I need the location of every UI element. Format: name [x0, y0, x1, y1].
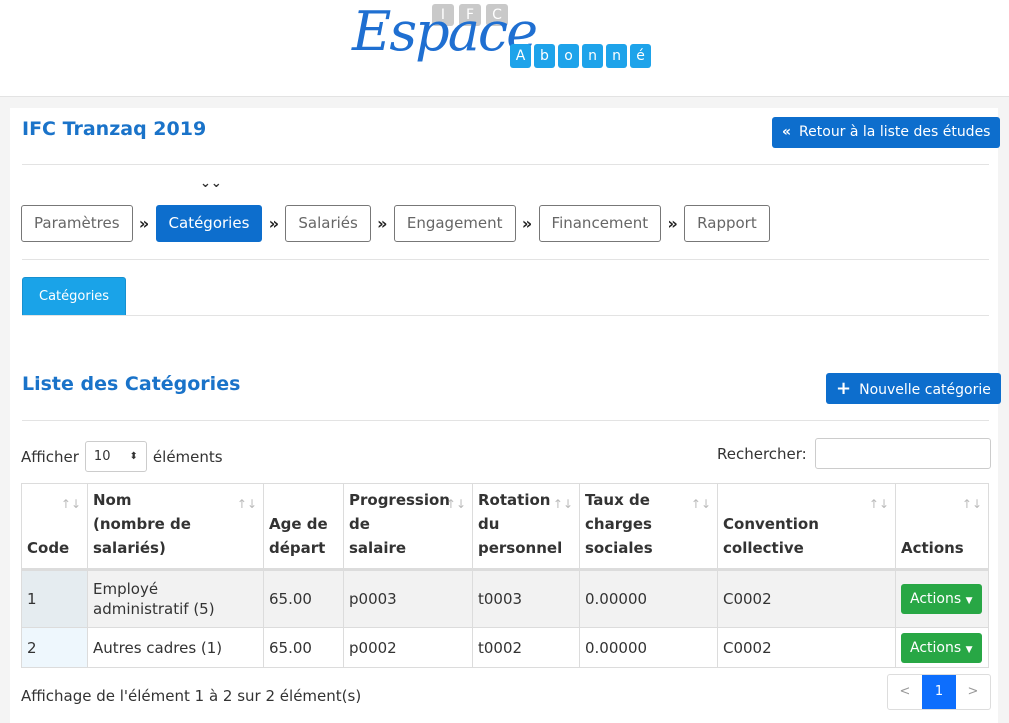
- logo-letter: n: [582, 44, 603, 68]
- sort-icon: ↑↓: [690, 497, 711, 511]
- logo-espace: Espace: [352, 0, 538, 63]
- header-label: Progression de salaire: [349, 491, 450, 557]
- caret-down-icon: ▼: [965, 596, 973, 606]
- sort-icon: ↑↓: [236, 497, 257, 511]
- col-nom[interactable]: ↑↓ Nom (nombre de salariés): [87, 483, 264, 571]
- cell-progression: p0003: [343, 569, 473, 628]
- cell-convention: C0002: [717, 569, 896, 628]
- cell-convention: C0002: [717, 627, 896, 668]
- pagination-page-1[interactable]: 1: [922, 675, 956, 709]
- page-length-value: 10: [93, 449, 111, 464]
- arrow-icon: »: [521, 214, 533, 233]
- cell-progression: p0002: [343, 627, 473, 668]
- double-chevron-left-icon: «: [782, 124, 792, 140]
- cell-taux: 0.00000: [579, 627, 718, 668]
- new-label: Nouvelle catégorie: [859, 382, 991, 398]
- logo-letter: A: [510, 44, 531, 68]
- page-title: IFC Tranzaq 2019: [22, 118, 207, 140]
- cell-rotation: t0003: [472, 569, 580, 628]
- header-label: Actions: [901, 539, 964, 557]
- actions-dropdown-button[interactable]: Actions ▼: [901, 584, 982, 614]
- header-label: Age de départ: [269, 515, 328, 557]
- header-label: Convention collective: [723, 515, 819, 557]
- step-parametres[interactable]: Paramètres: [21, 205, 133, 242]
- header: IFC Espace Abonné: [0, 0, 1009, 97]
- divider: [22, 259, 989, 260]
- col-progression[interactable]: ↑↓ Progression de salaire: [343, 483, 473, 571]
- tab-categories[interactable]: Catégories: [22, 277, 127, 316]
- caret-down-icon: ▼: [965, 644, 973, 655]
- length-suffix: éléments: [152, 447, 223, 466]
- current-step-marker-icon: ⌄⌄: [200, 176, 222, 191]
- pagination-prev[interactable]: <: [888, 675, 922, 709]
- search-control: Rechercher:: [717, 438, 991, 469]
- updown-icon: ⬍: [129, 451, 138, 462]
- actions-label: Actions: [910, 639, 962, 656]
- search-label: Rechercher:: [717, 444, 807, 463]
- step-salaries[interactable]: Salariés: [285, 205, 371, 242]
- divider: [22, 420, 989, 421]
- col-actions[interactable]: ↑↓ Actions: [895, 483, 989, 571]
- arrow-icon: »: [268, 214, 280, 233]
- table-row: 1 Employé administratif (5) 65.00 p0003 …: [21, 569, 989, 628]
- header-label: Rotation du personnel: [478, 491, 563, 557]
- divider: [22, 164, 989, 165]
- header-label: Code: [27, 539, 70, 557]
- actions-dropdown-button[interactable]: Actions ▼: [901, 632, 982, 663]
- categories-table: ↑↓ Code ↑↓ Nom (nombre de salariés) Age de…: [21, 483, 989, 668]
- cell-code: 1: [21, 569, 88, 628]
- logo-letter: o: [558, 44, 579, 68]
- back-to-studies-button[interactable]: « Retour à la liste des études: [772, 117, 1001, 148]
- header-label: Taux de charges sociales: [585, 491, 653, 557]
- sort-icon: ↑↓: [868, 497, 889, 511]
- page-length-control: Afficher 10 ⬍ éléments: [21, 441, 223, 472]
- arrow-icon: »: [667, 214, 678, 233]
- cell-actions: Actions ▼: [895, 569, 989, 628]
- cell-age: 65.00: [263, 627, 344, 668]
- step-categories[interactable]: Catégories: [155, 205, 263, 242]
- step-financement[interactable]: Financement: [538, 205, 662, 242]
- logo-letter: b: [534, 44, 555, 68]
- table-row: 2 Autres cadres (1) 65.00 p0002 t0002 0.…: [21, 627, 989, 668]
- arrow-icon: »: [377, 214, 388, 233]
- table-info: Affichage de l'élément 1 à 2 sur 2 éléme…: [21, 687, 362, 705]
- sort-icon: ↑↓: [445, 497, 466, 511]
- sort-icon: ↑↓: [961, 497, 982, 511]
- length-prefix: Afficher: [21, 447, 79, 466]
- col-code[interactable]: ↑↓ Code: [21, 483, 88, 571]
- espace-abonne-logo[interactable]: IFC Espace Abonné: [350, 0, 660, 95]
- actions-label: Actions: [910, 591, 962, 607]
- new-category-button[interactable]: + Nouvelle catégorie: [826, 373, 1001, 404]
- sort-icon: ↑↓: [552, 497, 573, 511]
- logo-letter: n: [606, 44, 627, 68]
- col-rotation[interactable]: ↑↓ Rotation du personnel: [472, 483, 580, 571]
- page-length-select[interactable]: 10 ⬍: [84, 441, 147, 472]
- wizard-steps: Paramètres » Catégories » Salariés » Eng…: [21, 205, 770, 242]
- cell-nom: Autres cadres (1): [87, 627, 264, 668]
- step-rapport[interactable]: Rapport: [684, 205, 770, 242]
- pagination-next[interactable]: >: [956, 675, 990, 709]
- col-taux[interactable]: ↑↓ Taux de charges sociales: [579, 483, 718, 571]
- tab-bar-line: [22, 315, 989, 316]
- sort-icon: ↑↓: [60, 497, 81, 511]
- plus-icon: +: [836, 378, 852, 399]
- cell-actions: Actions ▼: [895, 627, 989, 668]
- col-convention[interactable]: ↑↓ Convention collective: [717, 483, 896, 571]
- logo-letter: é: [630, 44, 651, 68]
- cell-nom: Employé administratif (5): [87, 569, 264, 628]
- cell-rotation: t0002: [472, 627, 580, 668]
- cell-code: 2: [21, 627, 88, 668]
- search-input[interactable]: [814, 438, 991, 469]
- main-content: IFC Tranzaq 2019 « Retour à la liste des …: [10, 108, 1001, 723]
- step-engagement[interactable]: Engagement: [393, 205, 516, 242]
- cell-age: 65.00: [263, 569, 344, 628]
- col-age[interactable]: Age de départ: [263, 483, 344, 571]
- list-title: Liste des Catégories: [22, 373, 241, 395]
- header-label: Nom (nombre de salariés): [93, 491, 191, 557]
- arrow-icon: »: [138, 214, 150, 233]
- pagination: < 1 >: [887, 674, 991, 710]
- cell-taux: 0.00000: [579, 569, 718, 628]
- back-label: Retour à la liste des études: [799, 124, 991, 140]
